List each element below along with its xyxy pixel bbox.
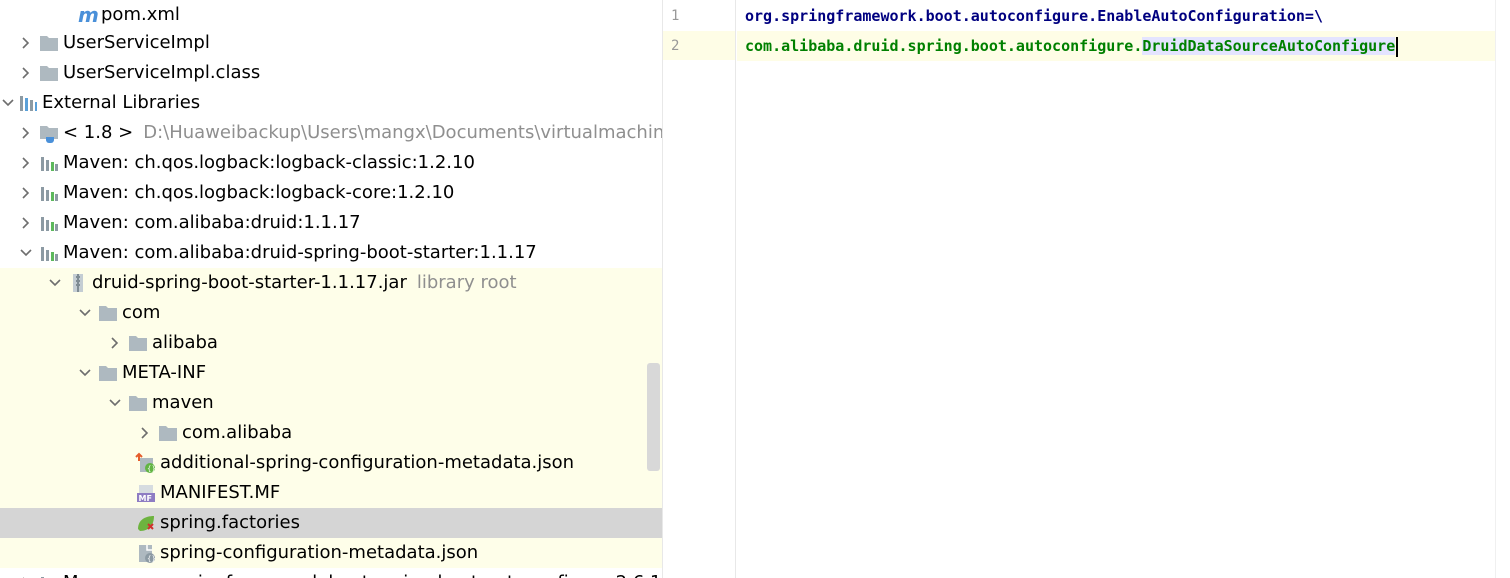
folder-icon — [96, 361, 120, 385]
chevron-right-icon[interactable] — [15, 28, 37, 58]
tree-row-additional-metadata-json[interactable]: {} additional-spring-configuration-metad… — [0, 448, 662, 478]
maven-library-icon — [37, 211, 61, 235]
property-value-prefix: com.alibaba.druid.spring.boot.autoconfig… — [745, 37, 1143, 55]
ide-window: m pom.xml UserServiceImpl UserServiceImp… — [0, 0, 1510, 578]
tree-row-pom-xml[interactable]: m pom.xml — [0, 0, 662, 30]
tree-row-maven[interactable]: maven — [0, 388, 662, 418]
line-number-gutter: 1 2 — [663, 0, 736, 578]
tree-row-logback-core[interactable]: Maven: ch.qos.logback:logback-core:1.2.1… — [0, 178, 662, 208]
tree-row-starter-jar[interactable]: druid-spring-boot-starter-1.1.17.jar lib… — [0, 268, 662, 298]
property-key: org.springframework.boot.autoconfigure.E… — [745, 7, 1305, 25]
chevron-right-icon[interactable] — [15, 208, 37, 238]
tree-row-label: pom.xml — [101, 4, 180, 25]
tree-row-label: META-INF — [122, 362, 207, 383]
folder-icon — [37, 31, 61, 55]
chevron-right-icon[interactable] — [15, 58, 37, 88]
tree-row-label: UserServiceImpl — [63, 32, 210, 53]
tree-row-alibaba[interactable]: alibaba — [0, 328, 662, 358]
tree-row-meta-inf[interactable]: META-INF — [0, 358, 662, 388]
tree-row-path-hint: D:\Huaweibackup\Users\mangx\Documents\vi… — [143, 122, 662, 143]
chevron-right-icon[interactable] — [15, 568, 37, 578]
tree-row-external-libraries[interactable]: External Libraries — [0, 88, 662, 118]
library-icon — [16, 91, 40, 115]
tree-row-spring-factories[interactable]: spring.factories — [0, 508, 662, 538]
chevron-down-icon[interactable] — [74, 298, 96, 328]
chevron-down-icon[interactable] — [44, 268, 66, 298]
manifest-file-icon: MF — [134, 481, 158, 505]
tree-row-label: Maven: ch.qos.logback:logback-core:1.2.1… — [63, 182, 455, 203]
tree-row-spring-boot-autoconfigure[interactable]: Maven: org.springframework.boot:spring-b… — [0, 568, 662, 578]
code-line-2[interactable]: com.alibaba.druid.spring.boot.autoconfig… — [737, 31, 1510, 61]
tree-row-userserviceimpl-class[interactable]: UserServiceImpl.class — [0, 58, 662, 88]
chevron-down-icon[interactable] — [15, 238, 37, 268]
chevron-right-icon[interactable] — [104, 328, 126, 358]
line-number: 1 — [671, 8, 680, 24]
code-line-1[interactable]: org.springframework.boot.autoconfigure.E… — [737, 1, 1510, 31]
tree-row-label: Maven: org.springframework.boot:spring-b… — [63, 568, 661, 578]
code-editor[interactable]: 1 2 org.springframework.boot.autoconfigu… — [662, 0, 1510, 578]
tree-row-userserviceimpl[interactable]: UserServiceImpl — [0, 28, 662, 58]
tree-row-label: spring.factories — [160, 512, 300, 533]
line-number: 2 — [671, 38, 680, 54]
tree-row-label: alibaba — [152, 332, 218, 353]
chevron-down-icon[interactable] — [0, 88, 16, 118]
maven-file-icon: m — [75, 3, 99, 27]
folder-icon — [156, 421, 180, 445]
jdk-folder-icon — [37, 121, 61, 145]
tree-row-label: druid-spring-boot-starter-1.1.17.jar — [92, 272, 407, 293]
json-config-file-icon: {} — [134, 451, 158, 475]
tree-row-logback-classic[interactable]: Maven: ch.qos.logback:logback-classic:1.… — [0, 148, 662, 178]
tree-row-com[interactable]: com — [0, 298, 662, 328]
tree-row-com-alibaba[interactable]: com.alibaba — [0, 418, 662, 448]
chevron-right-icon[interactable] — [15, 118, 37, 148]
tree-row-manifest-mf[interactable]: MF MANIFEST.MF — [0, 478, 662, 508]
tree-row-label: MANIFEST.MF — [160, 482, 281, 503]
tree-row-label: com.alibaba — [182, 422, 293, 443]
svg-text:{}: {} — [147, 555, 156, 563]
folder-icon — [126, 391, 150, 415]
tree-scrollbar-thumb[interactable] — [647, 363, 660, 471]
tree-row-jdk[interactable]: < 1.8 > D:\Huaweibackup\Users\mangx\Docu… — [0, 118, 662, 148]
property-value-highlighted: DruidDataSourceAutoConfigure — [1142, 37, 1396, 55]
svg-text:{}: {} — [147, 465, 156, 473]
tree-row-label: additional-spring-configuration-metadata… — [160, 452, 575, 473]
chevron-right-icon[interactable] — [134, 418, 156, 448]
maven-library-icon — [37, 241, 61, 265]
folder-icon — [96, 301, 120, 325]
maven-library-icon — [37, 151, 61, 175]
tree-row-druid-spring-boot-starter[interactable]: Maven: com.alibaba:druid-spring-boot-sta… — [0, 238, 662, 268]
tree-row-label: Maven: com.alibaba:druid-spring-boot-sta… — [63, 242, 537, 263]
chevron-down-icon[interactable] — [74, 358, 96, 388]
tree-row-label: maven — [152, 392, 214, 413]
editor-scrollbar[interactable] — [1495, 0, 1510, 578]
project-tree[interactable]: m pom.xml UserServiceImpl UserServiceImp… — [0, 0, 662, 578]
tree-row-druid[interactable]: Maven: com.alibaba:druid:1.1.17 — [0, 208, 662, 238]
property-separator: =\ — [1304, 7, 1323, 25]
tree-row-label: External Libraries — [42, 92, 201, 113]
tree-row-label: Maven: ch.qos.logback:logback-classic:1.… — [63, 152, 475, 173]
library-root-hint: library root — [416, 272, 517, 293]
tree-row-spring-metadata-json[interactable]: {} spring-configuration-metadata.json — [0, 538, 662, 568]
chevron-down-icon[interactable] — [104, 388, 126, 418]
svg-text:m: m — [78, 4, 98, 26]
tree-row-label: < 1.8 > — [63, 122, 134, 143]
chevron-right-icon[interactable] — [15, 148, 37, 178]
maven-library-icon — [37, 181, 61, 205]
maven-library-icon — [37, 571, 61, 578]
tree-row-label: UserServiceImpl.class — [63, 62, 261, 83]
jar-icon — [66, 271, 90, 295]
text-caret — [1396, 36, 1399, 57]
spring-leaf-icon — [134, 511, 158, 535]
folder-icon — [126, 331, 150, 355]
svg-text:MF: MF — [139, 494, 152, 503]
tree-row-label: spring-configuration-metadata.json — [160, 542, 479, 563]
chevron-right-icon[interactable] — [15, 178, 37, 208]
json-file-icon: {} — [134, 541, 158, 565]
tree-row-label: com — [122, 302, 161, 323]
tree-row-label: Maven: com.alibaba:druid:1.1.17 — [63, 212, 361, 233]
folder-icon — [37, 61, 61, 85]
